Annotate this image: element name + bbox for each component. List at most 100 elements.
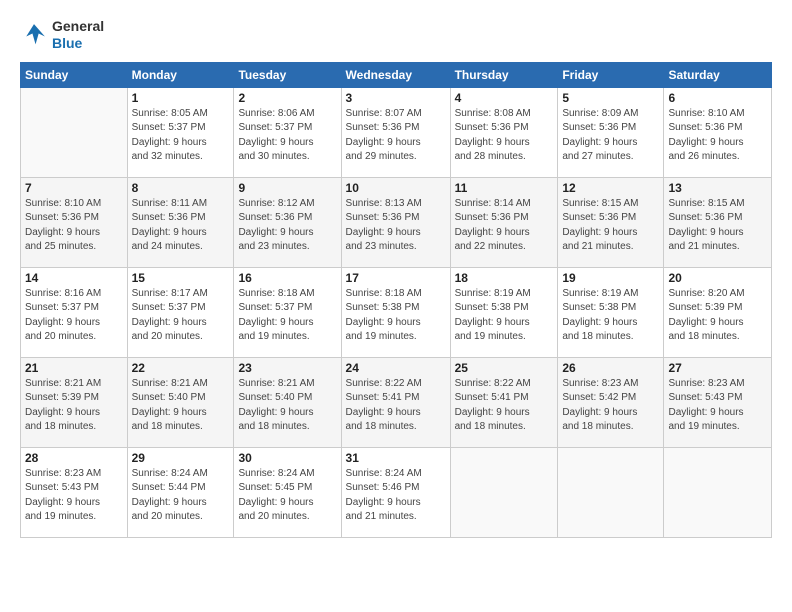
- day-info: Sunrise: 8:17 AMSunset: 5:37 PMDaylight:…: [132, 287, 230, 345]
- day-number: 22: [132, 361, 230, 375]
- header-day-wednesday: Wednesday: [341, 62, 450, 87]
- calendar-cell: 14 Sunrise: 8:16 AMSunset: 5:37 PMDayligh…: [21, 267, 128, 357]
- calendar-cell: 1 Sunrise: 8:05 AMSunset: 5:37 PMDaylight…: [127, 87, 234, 177]
- calendar-cell: 22 Sunrise: 8:21 AMSunset: 5:40 PMDayligh…: [127, 357, 234, 447]
- day-number: 14: [25, 271, 123, 285]
- day-info: Sunrise: 8:14 AMSunset: 5:36 PMDaylight:…: [455, 197, 554, 255]
- day-number: 3: [346, 91, 446, 105]
- day-info: Sunrise: 8:24 AMSunset: 5:46 PMDaylight:…: [346, 467, 446, 525]
- calendar-cell: 9 Sunrise: 8:12 AMSunset: 5:36 PMDaylight…: [234, 177, 341, 267]
- logo-text: General Blue: [52, 18, 104, 52]
- day-number: 21: [25, 361, 123, 375]
- day-number: 28: [25, 451, 123, 465]
- day-info: Sunrise: 8:19 AMSunset: 5:38 PMDaylight:…: [562, 287, 659, 345]
- day-info: Sunrise: 8:12 AMSunset: 5:36 PMDaylight:…: [238, 197, 336, 255]
- calendar-cell: 21 Sunrise: 8:21 AMSunset: 5:39 PMDayligh…: [21, 357, 128, 447]
- calendar-cell: [664, 447, 772, 537]
- day-info: Sunrise: 8:21 AMSunset: 5:40 PMDaylight:…: [238, 377, 336, 435]
- calendar-cell: [450, 447, 558, 537]
- calendar-cell: 28 Sunrise: 8:23 AMSunset: 5:43 PMDayligh…: [21, 447, 128, 537]
- day-number: 12: [562, 181, 659, 195]
- day-number: 29: [132, 451, 230, 465]
- day-number: 16: [238, 271, 336, 285]
- day-info: Sunrise: 8:22 AMSunset: 5:41 PMDaylight:…: [346, 377, 446, 435]
- header-day-saturday: Saturday: [664, 62, 772, 87]
- day-info: Sunrise: 8:18 AMSunset: 5:38 PMDaylight:…: [346, 287, 446, 345]
- calendar-cell: 30Sunrise: 8:24 AMSunset: 5:45 PMDayligh…: [234, 447, 341, 537]
- calendar-cell: 18 Sunrise: 8:19 AMSunset: 5:38 PMDayligh…: [450, 267, 558, 357]
- calendar-header-row: SundayMondayTuesdayWednesdayThursdayFrid…: [21, 62, 772, 87]
- day-info: Sunrise: 8:10 AMSunset: 5:36 PMDaylight:…: [25, 197, 123, 255]
- calendar-cell: 15 Sunrise: 8:17 AMSunset: 5:37 PMDayligh…: [127, 267, 234, 357]
- day-number: 19: [562, 271, 659, 285]
- header-day-sunday: Sunday: [21, 62, 128, 87]
- calendar-cell: 5 Sunrise: 8:09 AMSunset: 5:36 PMDaylight…: [558, 87, 664, 177]
- day-number: 18: [455, 271, 554, 285]
- calendar-cell: [21, 87, 128, 177]
- calendar-cell: 13 Sunrise: 8:15 AMSunset: 5:36 PMDayligh…: [664, 177, 772, 267]
- calendar-cell: 2Sunrise: 8:06 AMSunset: 5:37 PMDaylight…: [234, 87, 341, 177]
- day-info: Sunrise: 8:16 AMSunset: 5:37 PMDaylight:…: [25, 287, 123, 345]
- logo: General Blue: [20, 18, 104, 52]
- day-info: Sunrise: 8:21 AMSunset: 5:39 PMDaylight:…: [25, 377, 123, 435]
- day-info: Sunrise: 8:07 AMSunset: 5:36 PMDaylight:…: [346, 107, 446, 165]
- calendar-cell: 29Sunrise: 8:24 AMSunset: 5:44 PMDayligh…: [127, 447, 234, 537]
- calendar-cell: 4 Sunrise: 8:08 AMSunset: 5:36 PMDaylight…: [450, 87, 558, 177]
- day-info: Sunrise: 8:09 AMSunset: 5:36 PMDaylight:…: [562, 107, 659, 165]
- day-info: Sunrise: 8:20 AMSunset: 5:39 PMDaylight:…: [668, 287, 767, 345]
- day-number: 15: [132, 271, 230, 285]
- day-number: 10: [346, 181, 446, 195]
- calendar-week-row: 1 Sunrise: 8:05 AMSunset: 5:37 PMDaylight…: [21, 87, 772, 177]
- header-day-monday: Monday: [127, 62, 234, 87]
- day-info: Sunrise: 8:08 AMSunset: 5:36 PMDaylight:…: [455, 107, 554, 165]
- day-number: 13: [668, 181, 767, 195]
- day-info: Sunrise: 8:19 AMSunset: 5:38 PMDaylight:…: [455, 287, 554, 345]
- day-info: Sunrise: 8:23 AMSunset: 5:43 PMDaylight:…: [668, 377, 767, 435]
- calendar-cell: 16 Sunrise: 8:18 AMSunset: 5:37 PMDayligh…: [234, 267, 341, 357]
- calendar-cell: 3 Sunrise: 8:07 AMSunset: 5:36 PMDaylight…: [341, 87, 450, 177]
- day-info: Sunrise: 8:11 AMSunset: 5:36 PMDaylight:…: [132, 197, 230, 255]
- day-number: 7: [25, 181, 123, 195]
- day-info: Sunrise: 8:18 AMSunset: 5:37 PMDaylight:…: [238, 287, 336, 345]
- day-info: Sunrise: 8:23 AMSunset: 5:43 PMDaylight:…: [25, 467, 123, 525]
- day-number: 1: [132, 91, 230, 105]
- calendar-cell: 20Sunrise: 8:20 AMSunset: 5:39 PMDayligh…: [664, 267, 772, 357]
- calendar-week-row: 28 Sunrise: 8:23 AMSunset: 5:43 PMDayligh…: [21, 447, 772, 537]
- day-number: 5: [562, 91, 659, 105]
- calendar-cell: 8 Sunrise: 8:11 AMSunset: 5:36 PMDaylight…: [127, 177, 234, 267]
- day-number: 11: [455, 181, 554, 195]
- calendar-week-row: 14 Sunrise: 8:16 AMSunset: 5:37 PMDayligh…: [21, 267, 772, 357]
- header-day-thursday: Thursday: [450, 62, 558, 87]
- day-number: 6: [668, 91, 767, 105]
- calendar-cell: 27 Sunrise: 8:23 AMSunset: 5:43 PMDayligh…: [664, 357, 772, 447]
- header: General Blue: [20, 18, 772, 52]
- day-number: 27: [668, 361, 767, 375]
- calendar-cell: 31 Sunrise: 8:24 AMSunset: 5:46 PMDayligh…: [341, 447, 450, 537]
- day-number: 23: [238, 361, 336, 375]
- day-number: 2: [238, 91, 336, 105]
- logo-icon: [20, 21, 48, 49]
- header-day-tuesday: Tuesday: [234, 62, 341, 87]
- calendar-cell: 26Sunrise: 8:23 AMSunset: 5:42 PMDayligh…: [558, 357, 664, 447]
- day-info: Sunrise: 8:15 AMSunset: 5:36 PMDaylight:…: [668, 197, 767, 255]
- day-number: 8: [132, 181, 230, 195]
- page: General Blue SundayMondayTuesdayWednesda…: [0, 0, 792, 612]
- day-number: 9: [238, 181, 336, 195]
- day-number: 26: [562, 361, 659, 375]
- day-number: 24: [346, 361, 446, 375]
- day-info: Sunrise: 8:21 AMSunset: 5:40 PMDaylight:…: [132, 377, 230, 435]
- day-info: Sunrise: 8:22 AMSunset: 5:41 PMDaylight:…: [455, 377, 554, 435]
- calendar-cell: 24 Sunrise: 8:22 AMSunset: 5:41 PMDayligh…: [341, 357, 450, 447]
- calendar-week-row: 21 Sunrise: 8:21 AMSunset: 5:39 PMDayligh…: [21, 357, 772, 447]
- calendar-cell: 10Sunrise: 8:13 AMSunset: 5:36 PMDayligh…: [341, 177, 450, 267]
- day-number: 17: [346, 271, 446, 285]
- day-number: 31: [346, 451, 446, 465]
- calendar-cell: 19 Sunrise: 8:19 AMSunset: 5:38 PMDayligh…: [558, 267, 664, 357]
- day-number: 30: [238, 451, 336, 465]
- calendar-table: SundayMondayTuesdayWednesdayThursdayFrid…: [20, 62, 772, 538]
- day-info: Sunrise: 8:10 AMSunset: 5:36 PMDaylight:…: [668, 107, 767, 165]
- day-number: 4: [455, 91, 554, 105]
- calendar-cell: 23 Sunrise: 8:21 AMSunset: 5:40 PMDayligh…: [234, 357, 341, 447]
- calendar-cell: 17 Sunrise: 8:18 AMSunset: 5:38 PMDayligh…: [341, 267, 450, 357]
- day-info: Sunrise: 8:05 AMSunset: 5:37 PMDaylight:…: [132, 107, 230, 165]
